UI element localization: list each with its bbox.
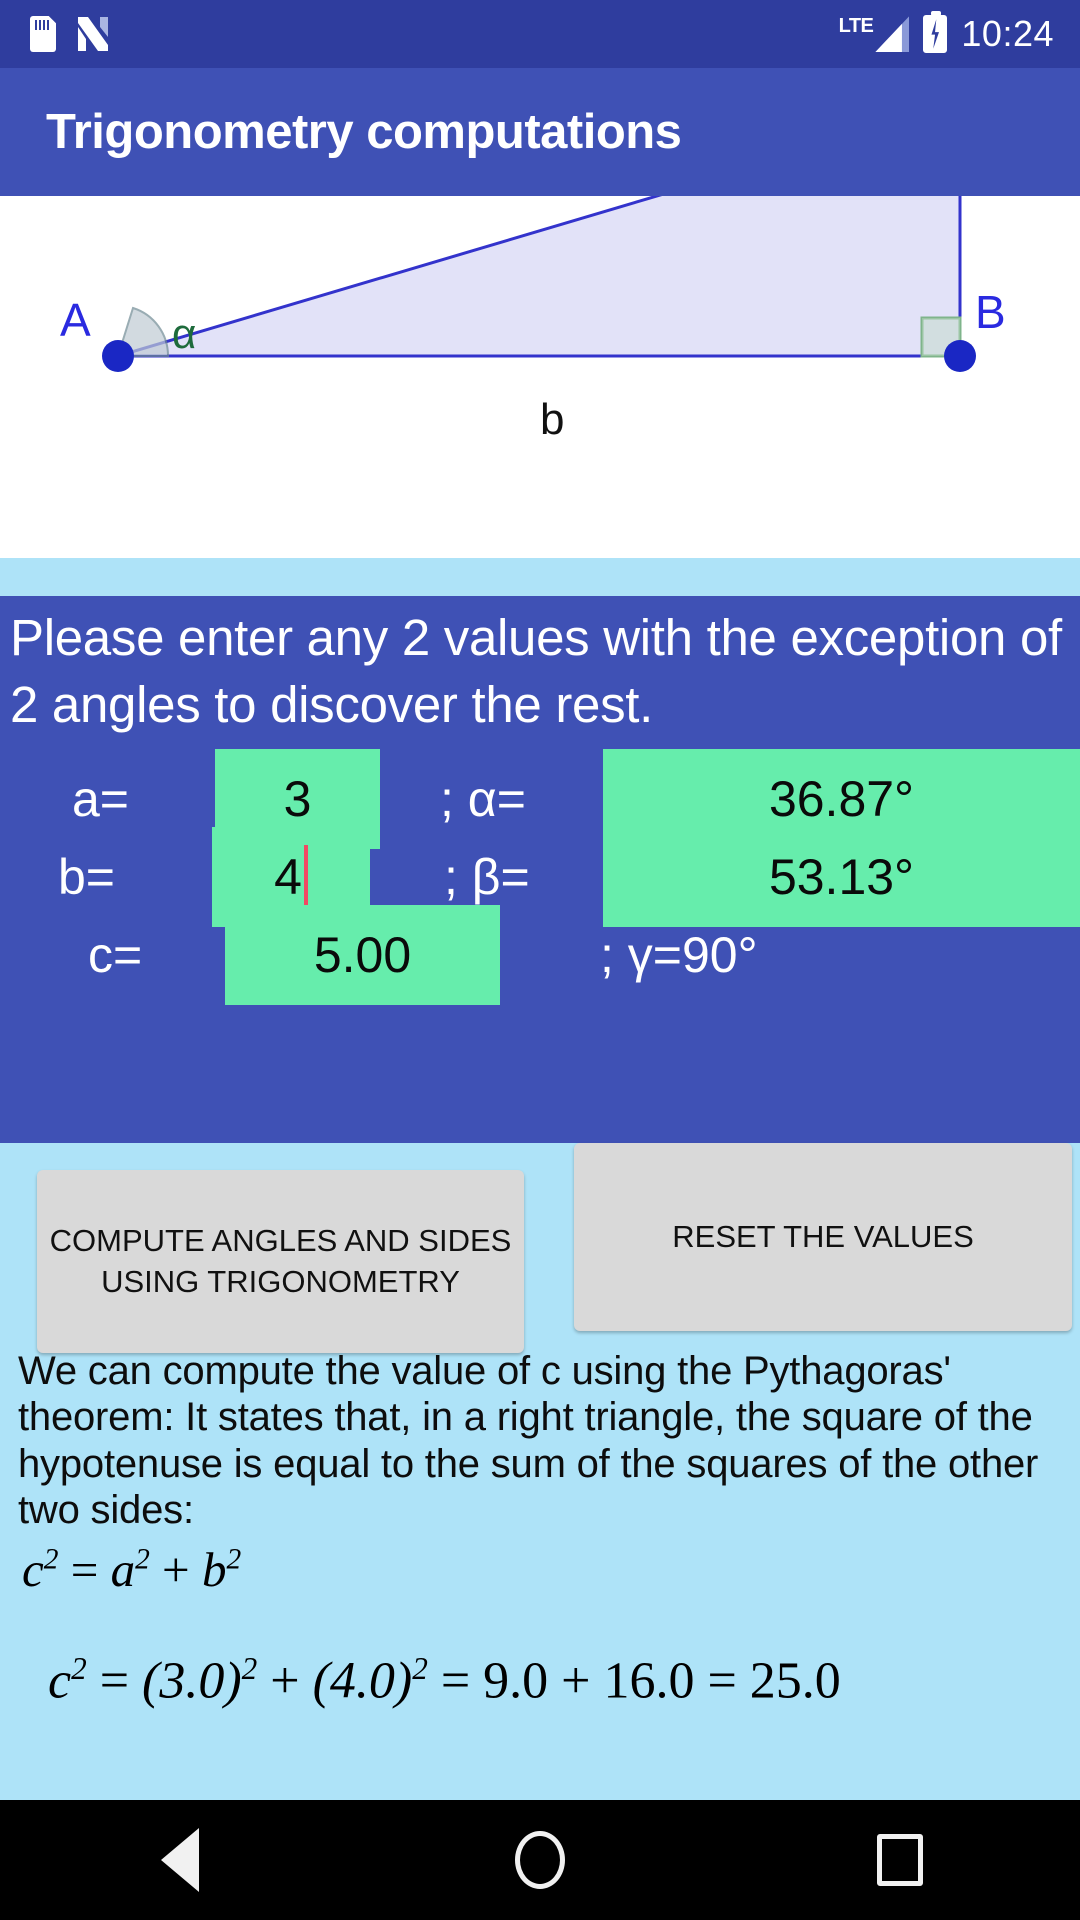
input-b-value: 4	[274, 848, 302, 905]
home-icon	[515, 1831, 565, 1889]
label-gamma: ; γ=90°	[600, 926, 758, 983]
button-row: COMPUTE ANGLES AND SIDES USING TRIGONOME…	[0, 1143, 1080, 1353]
android-nav-bar	[0, 1800, 1080, 1920]
formula-general: c2 = a2 + b2	[22, 1542, 242, 1597]
nav-recents-button[interactable]	[800, 1800, 1000, 1920]
signal-bars-icon	[875, 16, 910, 52]
angle-alpha-label: α	[172, 310, 196, 357]
instructions-text: Please enter any 2 values with the excep…	[10, 609, 1062, 734]
nfc-icon	[76, 15, 110, 53]
reset-button[interactable]: RESET THE VALUES	[574, 1143, 1072, 1331]
side-b-label: b	[540, 395, 564, 444]
app-root: LTE 10:24 Trigonometry computations A B …	[0, 0, 1080, 1920]
status-bar-left-icons	[0, 15, 110, 53]
lte-label: LTE	[838, 15, 874, 37]
diagram-panel-divider	[0, 558, 1080, 596]
nav-back-button[interactable]	[80, 1800, 280, 1920]
input-beta-value: 53.13°	[768, 848, 915, 905]
status-bar-right-icons: LTE 10:24	[839, 11, 1080, 55]
label-c: c=	[88, 926, 143, 983]
page-title: Trigonometry computations	[46, 105, 682, 159]
triangle-svg: A B α b	[60, 196, 1006, 444]
results-section: COMPUTE ANGLES AND SIDES USING TRIGONOME…	[0, 1143, 1080, 1800]
input-panel: Please enter any 2 values with the excep…	[0, 596, 1080, 1143]
app-bar: Trigonometry computations	[0, 68, 1080, 196]
input-a-value: 3	[283, 770, 312, 827]
input-c[interactable]: 5.00	[225, 904, 500, 1005]
triangle-diagram[interactable]: A B α b	[0, 196, 1080, 558]
status-bar: LTE 10:24	[0, 0, 1080, 68]
explanation-text: We can compute the value of c using the …	[18, 1349, 1039, 1533]
compute-button[interactable]: COMPUTE ANGLES AND SIDES USING TRIGONOME…	[37, 1170, 524, 1353]
input-alpha-value: 36.87°	[768, 770, 915, 827]
back-icon	[161, 1828, 199, 1892]
recents-icon	[877, 1834, 923, 1886]
input-c-value: 5.00	[313, 926, 412, 983]
vertex-a-label: A	[60, 294, 91, 346]
row-c: c= 5.00 ; γ=90°	[0, 904, 1080, 1005]
vertex-b-label: B	[975, 286, 1006, 338]
status-bar-clock: 10:24	[961, 13, 1054, 54]
battery-charging-icon	[923, 11, 948, 53]
formula-numeric: c2 = (3.0)2 + (4.0)2 = 9.0 + 16.0 = 25.0	[48, 1651, 841, 1710]
text-cursor	[303, 844, 308, 909]
lte-signal-icon: LTE	[839, 16, 910, 52]
sd-card-icon	[30, 16, 56, 52]
value-rows: a= 3 ; α= 36.87° b= 4 ; β= 53.13° c= 5.0…	[0, 748, 1080, 1039]
nav-home-button[interactable]	[440, 1800, 640, 1920]
